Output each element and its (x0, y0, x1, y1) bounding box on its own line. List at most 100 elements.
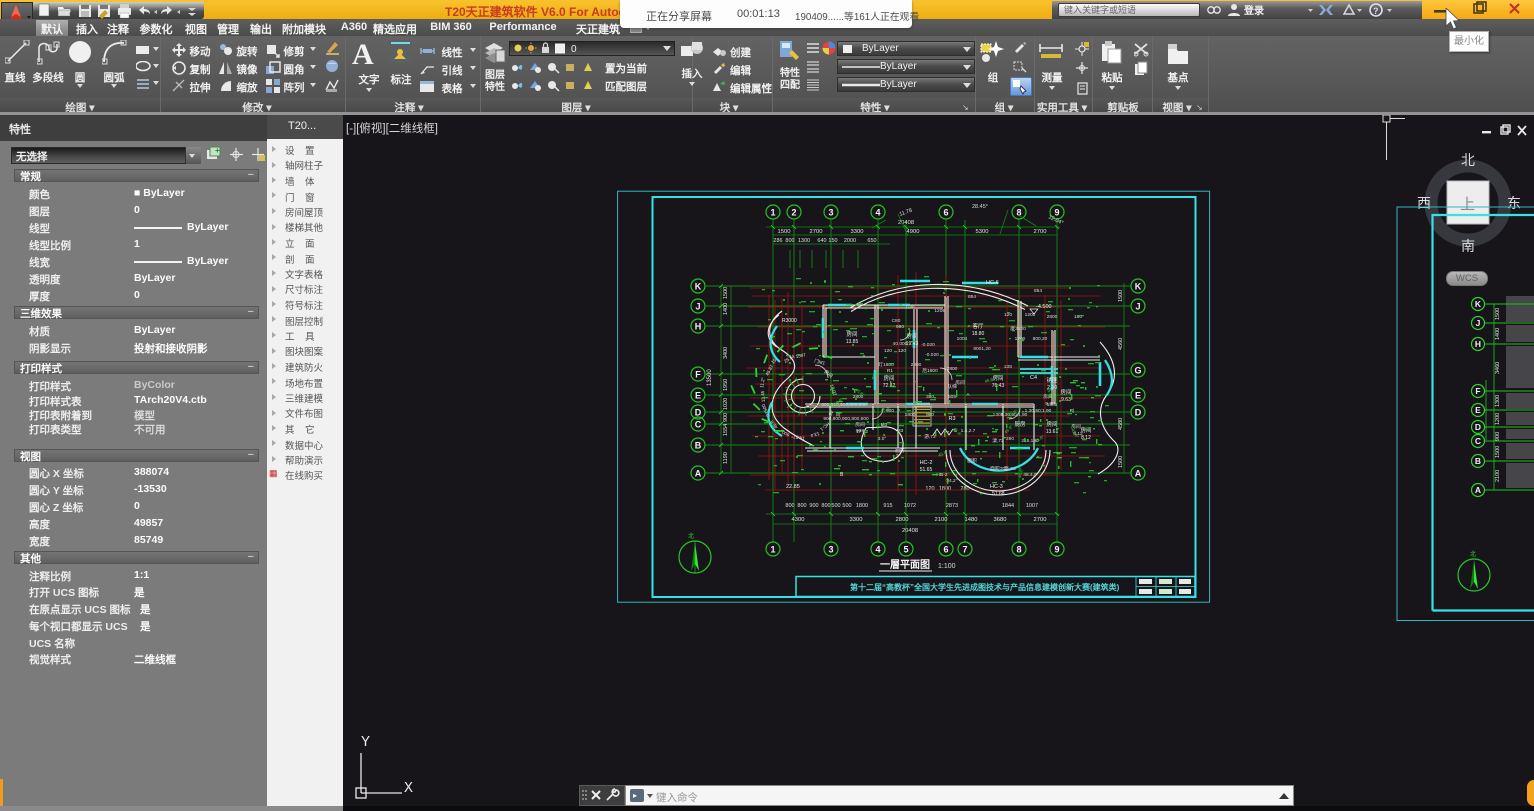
svg-text:3300: 3300 (850, 517, 863, 523)
svg-text:C4: C4 (1030, 375, 1037, 381)
svg-text:+: + (215, 146, 220, 155)
svg-text:D: D (1475, 422, 1481, 432)
svg-text:8: 8 (1016, 545, 1021, 555)
svg-text:房间: 房间 (855, 421, 865, 428)
svg-text:13.61: 13.61 (1046, 429, 1059, 435)
svg-text:900: 900 (723, 413, 729, 422)
svg-text:120: 120 (898, 348, 906, 354)
svg-text:R3: R3 (948, 416, 955, 422)
svg-text:2873: 2873 (946, 503, 958, 509)
svg-text:2700: 2700 (1034, 229, 1047, 235)
svg-text:9: 9 (1054, 545, 1059, 555)
svg-text:6: 6 (943, 208, 948, 218)
svg-text:X: X (404, 780, 413, 797)
svg-text:17.72: 17.72 (856, 429, 868, 435)
svg-text:11.78: 11.78 (899, 208, 914, 218)
svg-text:1:100: 1:100 (938, 563, 956, 570)
svg-text:A: A (1135, 469, 1142, 479)
svg-text:客厅: 客厅 (972, 322, 984, 330)
svg-text:B: B (695, 441, 702, 451)
svg-text:1547: 1547 (795, 352, 806, 359)
svg-text:800: 800 (797, 503, 806, 509)
svg-text:A: A (1475, 485, 1481, 495)
svg-text:28.45°: 28.45° (972, 204, 988, 210)
svg-text:1400: 1400 (1495, 328, 1501, 340)
svg-text:厨房: 厨房 (895, 447, 905, 454)
svg-text:1500: 1500 (778, 229, 791, 235)
svg-text:房间: 房间 (1060, 388, 1071, 396)
svg-text:4900: 4900 (907, 229, 920, 235)
svg-text:2000: 2000 (844, 238, 856, 244)
svg-text:120B: 120B (934, 308, 945, 314)
svg-text:HC-3: HC-3 (990, 484, 1003, 490)
svg-text:2100: 2100 (1495, 470, 1501, 482)
svg-text:3: 3 (828, 545, 833, 555)
svg-text:2800: 2800 (896, 517, 909, 523)
svg-text:1004: 1004 (957, 336, 968, 342)
svg-text:锈匪: 锈匪 (1046, 376, 1058, 384)
svg-text:1554: 1554 (723, 424, 729, 436)
svg-text:厄1800: 厄1800 (922, 368, 938, 374)
svg-text:14.37°: 14.37° (791, 434, 805, 441)
svg-text:286: 286 (773, 238, 782, 244)
svg-text:915: 915 (883, 503, 892, 509)
svg-text:500: 500 (831, 503, 840, 509)
svg-text:900: 900 (1495, 432, 1501, 441)
svg-text:900,800,900,800,900: 900,800,900,800,900 (823, 416, 869, 422)
svg-text:1800: 1800 (856, 503, 868, 509)
svg-text:3460: 3460 (1495, 362, 1501, 374)
svg-text:2700: 2700 (810, 229, 823, 235)
svg-text:800,20: 800,20 (1033, 336, 1048, 342)
svg-text:C80: C80 (892, 318, 901, 324)
svg-text:E: E (1475, 405, 1481, 415)
svg-text:4: 4 (875, 545, 880, 555)
svg-text:800,800,900,800,900: 800,800,900,800,900 (821, 402, 867, 408)
svg-text:1800: 1800 (939, 486, 951, 492)
svg-text:3680: 3680 (994, 517, 1007, 523)
svg-text:E: E (695, 391, 701, 401)
svg-text:房间: 房间 (883, 374, 894, 382)
svg-text:2800: 2800 (911, 362, 922, 368)
svg-text:640: 640 (817, 238, 826, 244)
svg-text:5300: 5300 (976, 229, 989, 235)
svg-text:1: 1 (770, 545, 775, 555)
svg-text:980: 980 (896, 324, 904, 330)
svg-text:HC-1: HC-1 (819, 421, 831, 432)
svg-text:J: J (1135, 302, 1140, 312)
svg-text:18.80: 18.80 (972, 331, 985, 337)
svg-text:1400: 1400 (723, 303, 729, 315)
svg-text:20408: 20408 (902, 528, 918, 534)
svg-text:1190: 1190 (723, 452, 729, 464)
svg-text:45.8°: 45.8° (874, 421, 886, 430)
svg-text:面积7C: 面积7C (990, 465, 1006, 472)
svg-text:D: D (1135, 408, 1142, 418)
svg-text:第十二届“高教杯”全国大学生先进成图技术与产品信息建模创新大: 第十二届“高教杯”全国大学生先进成图技术与产品信息建模创新大赛(建筑类) (850, 582, 1120, 592)
svg-text:1072: 1072 (904, 503, 916, 509)
svg-text:灯1800: 灯1800 (878, 361, 894, 368)
svg-text:2: 2 (791, 208, 796, 218)
svg-text:房间: 房间 (1046, 420, 1057, 428)
svg-text:11.2°: 11.2° (759, 377, 766, 388)
svg-text:1020: 1020 (723, 398, 729, 410)
svg-text:800: 800 (785, 503, 794, 509)
svg-text:C: C (1475, 436, 1481, 446)
svg-text:3.0°: 3.0° (878, 436, 887, 442)
svg-text:1500: 1500 (1495, 446, 1501, 458)
svg-text:队梯: 队梯 (947, 383, 957, 390)
svg-text:HC-2: HC-2 (920, 460, 933, 466)
svg-text:J: J (695, 302, 700, 312)
svg-text:Hʦ-2: Hʦ-2 (936, 472, 947, 478)
svg-text:K: K (1475, 299, 1482, 309)
svg-text:13.45: 13.45 (760, 390, 766, 402)
svg-text:一層平面图: 一層平面图 (880, 559, 930, 571)
svg-text:13500: 13500 (707, 369, 713, 386)
svg-text:Y: Y (361, 734, 370, 751)
svg-text:?: ? (1373, 6, 1379, 16)
svg-text:1300: 1300 (798, 238, 810, 244)
svg-text:-0.020: -0.020 (925, 352, 939, 358)
svg-text:20408: 20408 (898, 220, 914, 226)
svg-text:22.85: 22.85 (786, 484, 800, 490)
svg-text:8: 8 (1016, 208, 1021, 218)
svg-text:280: 280 (1006, 436, 1014, 442)
svg-text:1500: 1500 (723, 287, 729, 299)
